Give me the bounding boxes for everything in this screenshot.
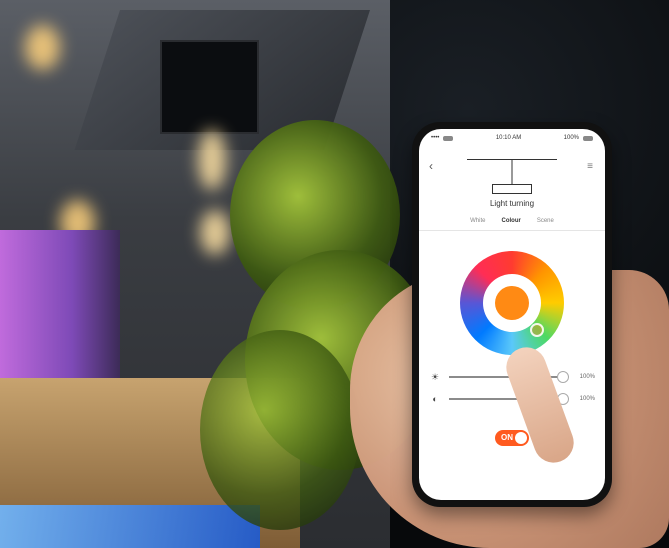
pendant-lamp	[492, 184, 532, 194]
pendant-light-illustration	[467, 151, 557, 211]
pool-light	[0, 505, 260, 548]
wall-light	[198, 130, 226, 190]
brightness-thumb[interactable]	[557, 371, 569, 383]
house-window	[160, 40, 259, 134]
signal-text: ••••	[431, 135, 440, 141]
power-toggle-label: ON	[501, 433, 513, 442]
menu-icon[interactable]: ≡	[587, 161, 593, 172]
wall-light	[200, 210, 230, 255]
power-toggle-row: ON	[419, 430, 605, 446]
battery-text: 100%	[563, 135, 579, 141]
contrast-value: 100%	[579, 396, 595, 402]
patio-door	[0, 230, 120, 380]
status-time: 10:10 AM	[495, 135, 522, 141]
color-selector-handle[interactable]	[530, 323, 544, 337]
contrast-icon: ◐	[432, 394, 438, 404]
status-right: 100%	[564, 135, 593, 141]
app-header: ‹ ≡	[419, 147, 605, 194]
back-chevron-icon[interactable]: ‹	[429, 159, 433, 173]
status-left: ••••	[431, 135, 454, 141]
phone-screen: •••• 10:10 AM 100% ‹ ≡ Light turning Whi…	[419, 129, 605, 500]
mode-tabs: White Colour Scene	[419, 218, 605, 231]
tab-scene[interactable]: Scene	[537, 218, 554, 224]
color-picker	[419, 231, 605, 366]
color-wheel[interactable]	[460, 251, 564, 355]
selected-color-swatch	[495, 286, 529, 320]
power-toggle-knob	[515, 432, 527, 444]
smartphone: •••• 10:10 AM 100% ‹ ≡ Light turning Whi…	[412, 122, 612, 507]
tab-white[interactable]: White	[470, 218, 485, 224]
sun-icon: ☀	[430, 371, 440, 382]
battery-icon	[583, 135, 593, 141]
tab-colour[interactable]: Colour	[501, 218, 520, 224]
contrast-slider: ◐ 100%	[419, 388, 605, 410]
wall-light	[25, 25, 60, 70]
plant	[200, 330, 360, 530]
signal-icon	[443, 135, 454, 141]
pendant-stem	[511, 159, 513, 184]
power-toggle[interactable]: ON	[495, 430, 529, 446]
brightness-value: 100%	[579, 374, 595, 380]
status-bar: •••• 10:10 AM 100%	[419, 129, 605, 147]
